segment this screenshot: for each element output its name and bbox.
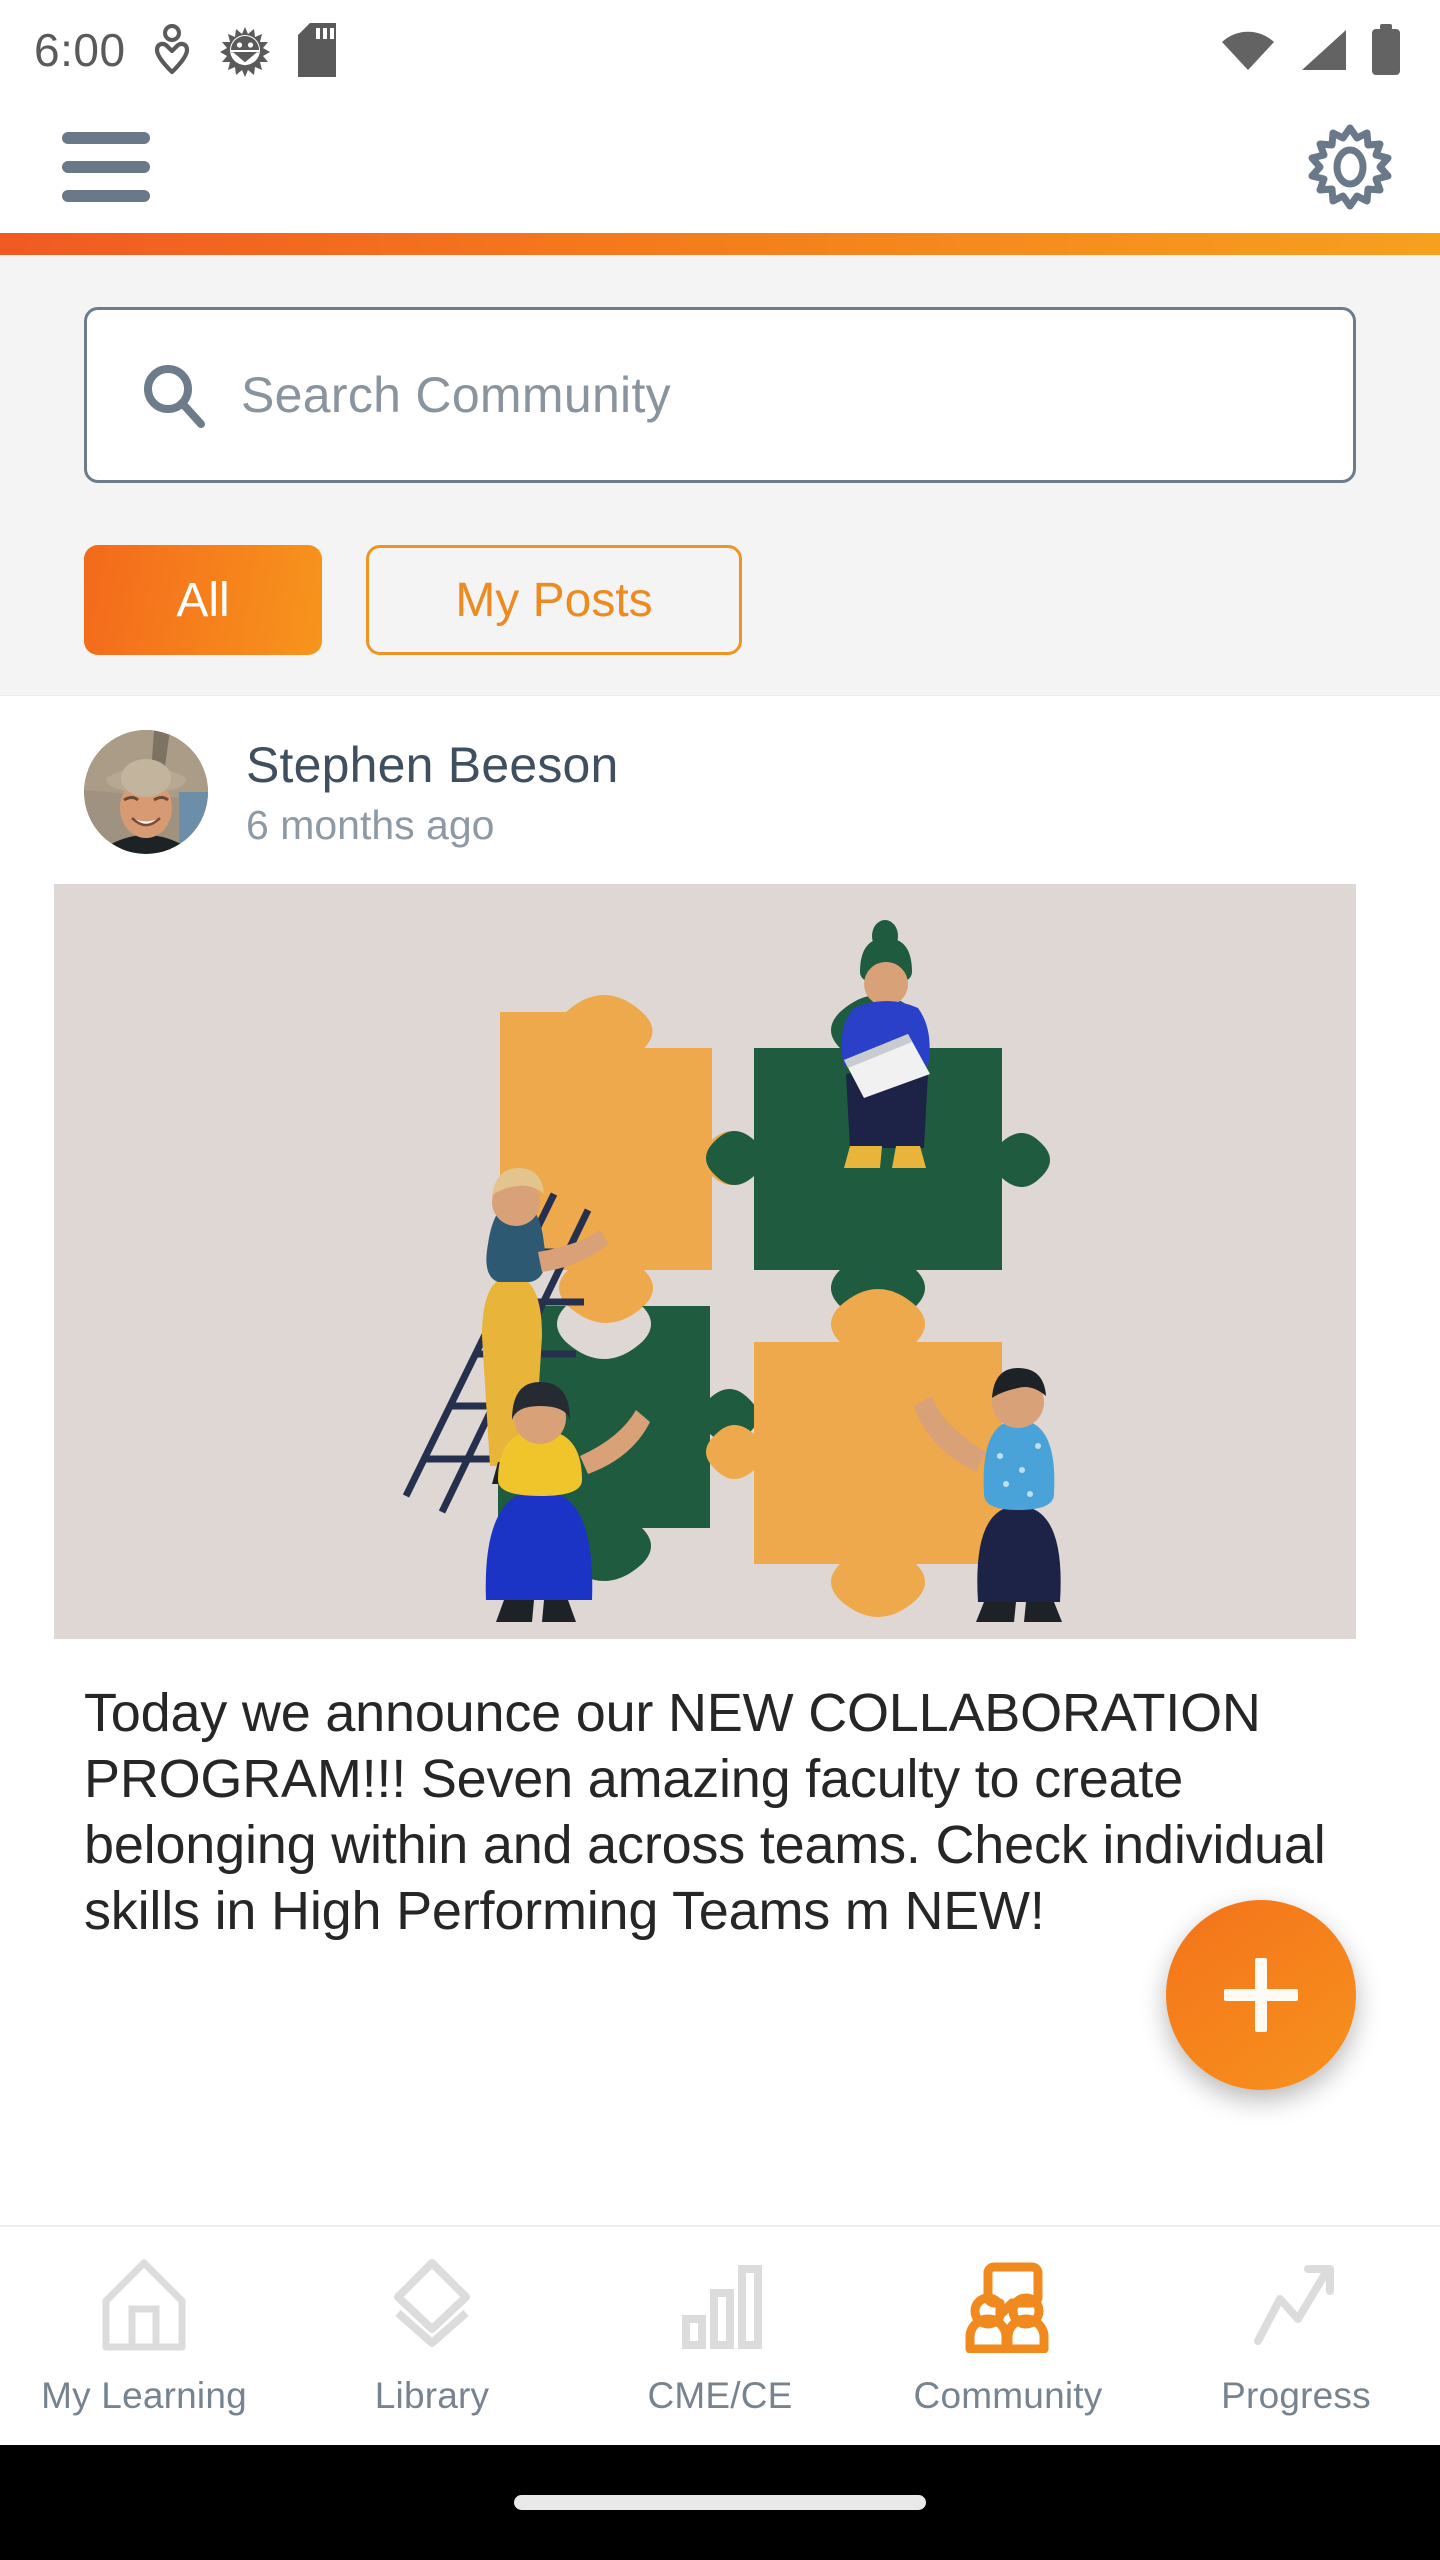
search-icon [144,365,205,428]
system-navigation-bar [0,2445,1440,2560]
hamburger-line [62,131,150,144]
bottom-navigation: My Learning Library CME/CE Community Pro… [0,2225,1440,2445]
status-bar-left: 6:00 [34,23,336,77]
post-header: Stephen Beeson 6 months ago [0,696,1440,884]
bar-chart-icon [674,2255,766,2353]
search-filter-section: Search Community All My Posts [0,255,1440,696]
nav-item-my-learning[interactable]: My Learning [0,2227,288,2445]
nav-label-library: Library [374,2375,490,2416]
status-bar: 6:00 [0,0,1440,100]
settings-button[interactable] [1306,123,1394,211]
search-placeholder-text: Search Community [241,367,671,423]
status-time: 6:00 [34,24,126,76]
post-body-text: Today we announce our NEW COLLABORATION … [84,1683,1341,1941]
post-image[interactable] [54,884,1356,1639]
brand-accent-bar [0,233,1440,255]
create-post-fab[interactable] [1166,1900,1356,2090]
plus-icon [1224,1958,1298,2032]
gear-icon [1308,124,1392,209]
post-author-name[interactable]: Stephen Beeson [246,736,619,794]
nav-label-cme-ce: CME/CE [647,2375,793,2416]
location-heart-icon [154,24,189,75]
layers-icon [386,2255,478,2353]
nav-label-my-learning: My Learning [41,2375,247,2416]
cellular-signal-icon [1302,30,1346,70]
search-input[interactable]: Search Community [84,307,1356,483]
hamburger-menu-icon[interactable] [62,131,154,202]
post-timestamp: 6 months ago [246,801,495,848]
filter-chip-my-posts[interactable]: My Posts [366,545,742,655]
hamburger-line [62,189,150,202]
nav-label-community: Community [913,2375,1103,2416]
status-bar-right [1220,24,1402,76]
sd-card-icon [297,23,336,77]
filter-chip-my-posts-label: My Posts [455,573,653,627]
puzzle-collaboration-illustration [54,884,1356,1639]
nav-item-library[interactable]: Library [288,2227,576,2445]
avatar[interactable] [84,730,208,854]
home-icon [98,2255,190,2353]
trending-up-icon [1250,2255,1342,2353]
community-feed: Stephen Beeson 6 months ago Today we ann… [0,696,1440,1945]
nav-label-progress: Progress [1221,2375,1371,2416]
nav-item-progress[interactable]: Progress [1152,2227,1440,2445]
app-header [0,100,1440,233]
gesture-home-pill[interactable] [514,2495,926,2510]
people-chat-icon [960,2255,1056,2353]
avatar-image [84,730,208,854]
nav-item-community[interactable]: Community [864,2227,1152,2445]
wifi-icon [1222,31,1274,70]
filter-chip-all[interactable]: All [84,545,322,655]
nav-item-cme-ce[interactable]: CME/CE [576,2227,864,2445]
hamburger-line [62,160,150,173]
filter-chip-row: All My Posts [84,545,1356,655]
filter-chip-all-label: All [176,573,230,627]
post-meta: Stephen Beeson 6 months ago [246,736,619,849]
android-bug-icon [219,27,270,77]
battery-icon [1372,24,1400,75]
